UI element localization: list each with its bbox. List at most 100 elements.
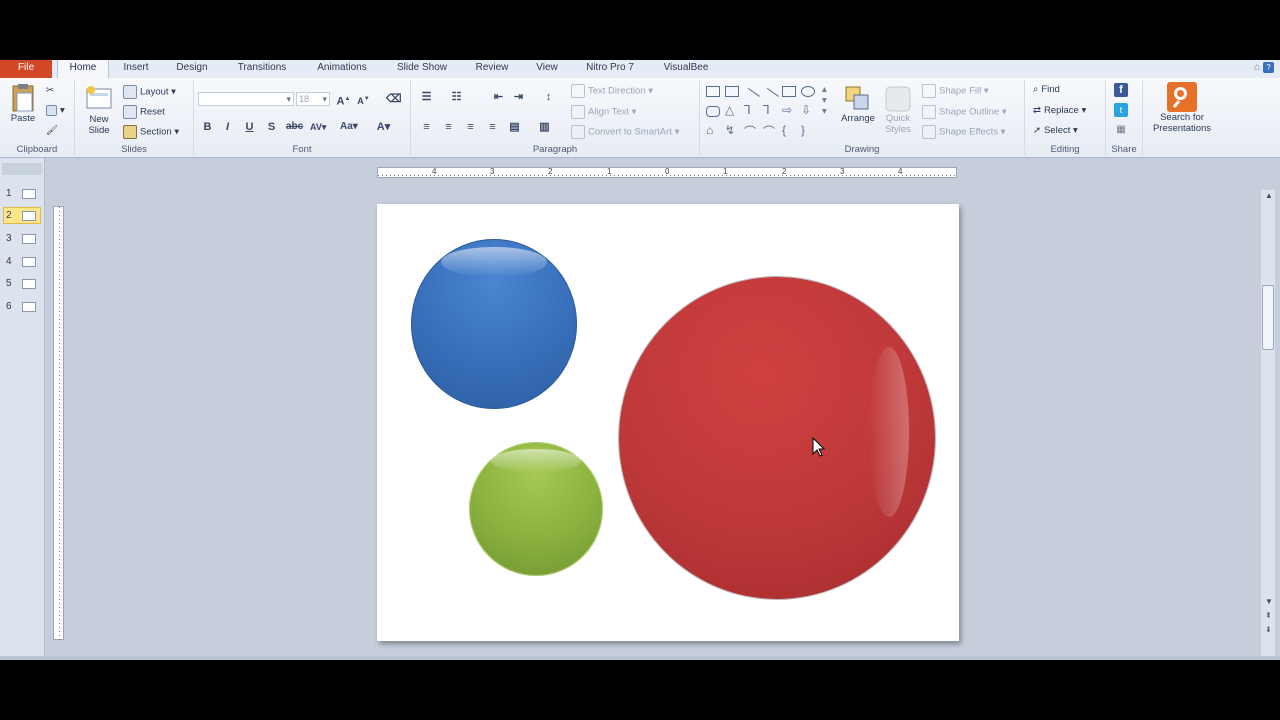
layout-button[interactable]: Layout ▾ bbox=[123, 85, 176, 99]
tab-slide-show[interactable]: Slide Show bbox=[386, 60, 458, 78]
rectangle-shape-icon[interactable] bbox=[782, 86, 796, 97]
columns-icon[interactable]: ▥ bbox=[537, 120, 552, 134]
red-circle-shape[interactable] bbox=[619, 277, 935, 599]
font-color-icon[interactable]: A▾ bbox=[376, 120, 391, 134]
previous-slide-icon[interactable]: ⇞ bbox=[1265, 611, 1272, 620]
change-case-icon[interactable]: Aa▾ bbox=[340, 120, 358, 134]
vertical-ruler-ticks bbox=[59, 207, 60, 641]
shape-outline-button[interactable]: Shape Outline ▾ bbox=[922, 105, 1007, 119]
quick-styles-button[interactable]: Quick Styles bbox=[880, 84, 916, 135]
align-center-icon[interactable]: ≡ bbox=[441, 120, 456, 134]
tab-visualbee[interactable]: VisualBee bbox=[652, 60, 720, 78]
align-left-icon[interactable]: ≡ bbox=[419, 120, 434, 134]
slide-thumbnail-1[interactable] bbox=[22, 189, 36, 199]
text-direction-button[interactable]: Text Direction ▾ bbox=[571, 84, 653, 98]
find-button[interactable]: ⌕ Find bbox=[1033, 84, 1060, 95]
share-more-icon[interactable]: ▦ bbox=[1114, 123, 1128, 137]
help-icon[interactable]: ⌂ bbox=[1254, 62, 1260, 73]
textbox-vertical-shape-icon[interactable] bbox=[725, 86, 739, 97]
arc-shape-icon[interactable]: ⌒ bbox=[744, 123, 756, 140]
brace-shape-icon[interactable]: { bbox=[782, 123, 786, 137]
ribbon-home: Paste ✂ ▾ 🖌 Clipboard New Slide Layout ▾… bbox=[0, 78, 1280, 158]
ruler-label: 2 bbox=[548, 167, 553, 176]
numbering-icon[interactable]: ☷ bbox=[449, 90, 464, 104]
convert-to-smartart-button[interactable]: Convert to SmartArt ▾ bbox=[571, 125, 679, 139]
grow-font-icon[interactable]: A▲ bbox=[336, 92, 351, 108]
twitter-icon[interactable]: t bbox=[1114, 103, 1128, 117]
section-button[interactable]: Section ▾ bbox=[123, 125, 179, 139]
green-circle-shape[interactable] bbox=[469, 442, 603, 576]
elbow-arrow-icon[interactable]: ⅂ bbox=[763, 103, 770, 117]
select-button[interactable]: ➚ Select ▾ bbox=[1033, 125, 1078, 136]
line-spacing-icon[interactable]: ↕ bbox=[541, 90, 556, 104]
tab-transitions[interactable]: Transitions bbox=[226, 60, 298, 78]
scrollbar-thumb[interactable] bbox=[1262, 285, 1274, 350]
paste-button[interactable]: Paste bbox=[6, 83, 40, 124]
italic-icon[interactable]: I bbox=[220, 120, 235, 134]
tab-view[interactable]: View bbox=[526, 60, 568, 78]
slide-thumbnail-3[interactable] bbox=[22, 234, 36, 244]
curve-shape-icon[interactable]: ⌒ bbox=[763, 123, 775, 140]
facebook-icon[interactable]: f bbox=[1114, 83, 1128, 97]
vertical-scrollbar[interactable] bbox=[1261, 190, 1275, 660]
text-shadow-icon[interactable]: S bbox=[264, 120, 279, 134]
align-right-icon[interactable]: ≡ bbox=[463, 120, 478, 134]
freeform-shape-icon[interactable]: ⌂ bbox=[706, 123, 713, 137]
shape-fill-button[interactable]: Shape Fill ▾ bbox=[922, 84, 989, 98]
character-spacing-icon[interactable]: AV▾ bbox=[310, 120, 326, 134]
vertical-ruler bbox=[53, 206, 64, 641]
scroll-down-icon[interactable]: ▼ bbox=[1265, 597, 1273, 606]
tab-home[interactable]: Home bbox=[57, 60, 109, 78]
arrange-button[interactable]: Arrange bbox=[836, 84, 880, 124]
underline-icon[interactable]: U bbox=[242, 120, 257, 134]
help-question-icon[interactable]: ? bbox=[1263, 62, 1274, 73]
tab-nitro-pro[interactable]: Nitro Pro 7 bbox=[576, 60, 644, 78]
rounded-rect-shape-icon[interactable] bbox=[706, 106, 720, 117]
shapes-scroll-icon[interactable]: ▴ ▾ ▾ bbox=[822, 84, 827, 117]
font-name-combo[interactable]: ▾ bbox=[198, 92, 294, 106]
tab-review[interactable]: Review bbox=[466, 60, 518, 78]
thumbnail-number: 3 bbox=[6, 233, 12, 244]
triangle-shape-icon[interactable]: △ bbox=[725, 103, 734, 117]
search-presentations-button[interactable]: Search for Presentations bbox=[1145, 82, 1219, 134]
new-slide-button[interactable]: New Slide bbox=[81, 85, 117, 136]
font-size-combo[interactable]: 18 ▾ bbox=[296, 92, 330, 106]
cut-icon[interactable]: ✂ bbox=[46, 85, 54, 96]
shape-effects-button[interactable]: Shape Effects ▾ bbox=[922, 125, 1005, 139]
slide-thumbnail-4[interactable] bbox=[22, 257, 36, 267]
tab-animations[interactable]: Animations bbox=[306, 60, 378, 78]
slide-thumbnail-2[interactable] bbox=[22, 211, 36, 221]
strikethrough-icon[interactable]: abc bbox=[286, 120, 303, 134]
bullets-icon[interactable]: ☰ bbox=[419, 90, 434, 104]
format-painter-icon[interactable]: 🖌 bbox=[46, 125, 58, 136]
down-arrow-shape-icon[interactable]: ⇩ bbox=[801, 103, 811, 117]
tab-design[interactable]: Design bbox=[166, 60, 218, 78]
oval-shape-icon[interactable] bbox=[801, 86, 815, 97]
pane-tabs[interactable] bbox=[2, 163, 42, 175]
scroll-up-icon[interactable]: ▲ bbox=[1265, 191, 1273, 200]
lightning-shape-icon[interactable]: ↯ bbox=[725, 123, 735, 137]
slide-thumbnail-5[interactable] bbox=[22, 279, 36, 289]
decrease-indent-icon[interactable]: ⇤ bbox=[491, 90, 506, 104]
increase-indent-icon[interactable]: ⇥ bbox=[511, 90, 526, 104]
elbow-connector-icon[interactable]: ⅂ bbox=[744, 103, 751, 117]
copy-icon[interactable]: ▾ bbox=[46, 105, 65, 116]
bold-icon[interactable]: B bbox=[200, 120, 215, 134]
slide-canvas[interactable] bbox=[377, 204, 959, 641]
blue-circle-shape[interactable] bbox=[411, 239, 577, 409]
shrink-font-icon[interactable]: A▼ bbox=[356, 92, 371, 106]
distributed-icon[interactable]: ▤ bbox=[507, 120, 522, 134]
tab-insert[interactable]: Insert bbox=[112, 60, 160, 78]
next-slide-icon[interactable]: ⇟ bbox=[1265, 625, 1272, 634]
brace-right-shape-icon[interactable]: } bbox=[801, 123, 805, 137]
justify-icon[interactable]: ≡ bbox=[485, 120, 500, 134]
right-arrow-shape-icon[interactable]: ⇨ bbox=[782, 103, 792, 117]
reset-button[interactable]: Reset bbox=[123, 105, 165, 119]
clear-formatting-icon[interactable]: ⌫ bbox=[386, 92, 402, 106]
shapes-gallery[interactable]: △ ⅂ ⅂ ⇨ ⇩ ⌂ ↯ ⌒ ⌒ { } bbox=[706, 86, 824, 144]
replace-button[interactable]: ⇄ Replace ▾ bbox=[1033, 105, 1086, 116]
tab-file[interactable]: File bbox=[0, 60, 52, 78]
textbox-shape-icon[interactable] bbox=[706, 86, 720, 97]
slide-thumbnail-6[interactable] bbox=[22, 302, 36, 312]
align-text-button[interactable]: Align Text ▾ bbox=[571, 105, 636, 119]
